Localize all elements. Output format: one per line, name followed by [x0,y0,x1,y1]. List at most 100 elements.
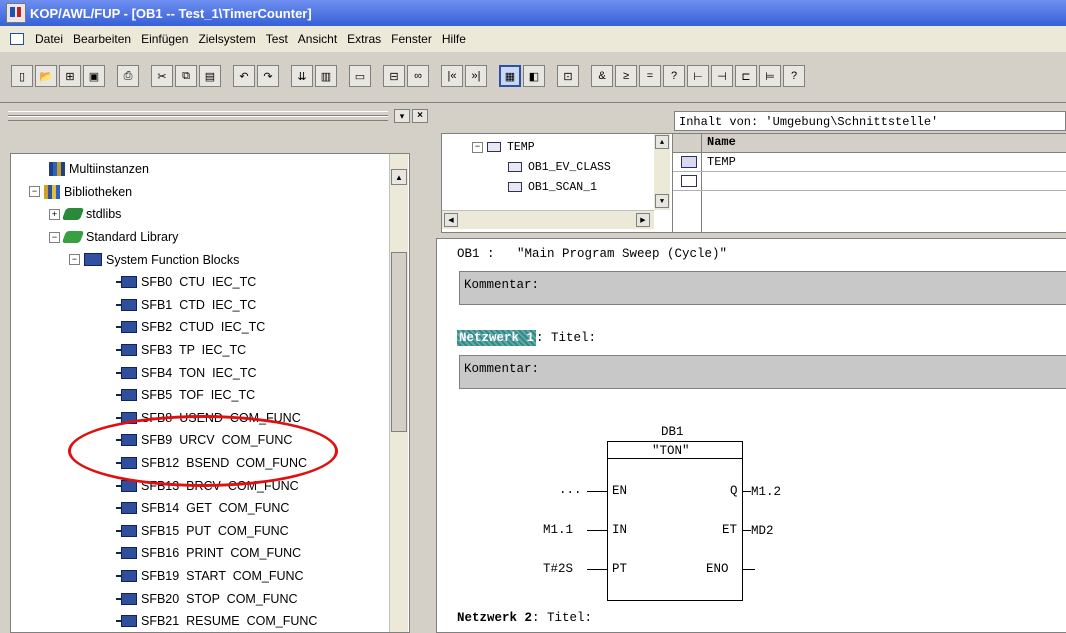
branch-open-icon[interactable]: ⊢ [687,65,709,87]
menu-zielsystem[interactable]: Zielsystem [193,32,260,46]
tree-item[interactable]: SFB3 TP IEC_TC [11,339,389,362]
sfb-icon [116,592,137,605]
help-icon[interactable]: ? [783,65,805,87]
menu-extras[interactable]: Extras [342,32,386,46]
tree-item[interactable]: − Standard Library [11,226,389,249]
fb-pin-en: EN [612,484,628,498]
code-editor[interactable]: OB1 : "Main Program Sweep (Cycle)" Komme… [436,238,1066,633]
menu-datei[interactable]: Datei [30,32,68,46]
open-icon[interactable]: 📂 [35,65,57,87]
operand-q[interactable]: M1.2 [751,485,781,499]
column-name-header[interactable]: Name [707,135,736,149]
contact-icon[interactable]: ⊣ [711,65,733,87]
menu-fenster[interactable]: Fenster [386,32,437,46]
collapse-icon[interactable]: − [69,254,80,266]
scroll-up-icon[interactable]: ▲ [391,169,407,185]
load-icon[interactable]: ⇊ [291,65,313,87]
fb-pin-eno: ENO [706,562,729,576]
branch-close-icon[interactable]: ⊨ [759,65,781,87]
tree-item[interactable]: SFB20 STOP COM_FUNC [11,587,389,610]
fb-pin-et: ET [722,523,738,537]
scroll-thumb[interactable] [391,252,407,432]
network-icon[interactable]: ⊟ [383,65,405,87]
menu-hilfe[interactable]: Hilfe [437,32,471,46]
table-row[interactable]: TEMP [673,153,1066,172]
operand-et[interactable]: MD2 [751,524,774,538]
menu-ansicht[interactable]: Ansicht [293,32,342,46]
panel-minimize-button[interactable]: ▾ [394,109,410,123]
tree-item[interactable]: SFB21 RESUME COM_FUNC [11,610,389,632]
table-row-empty[interactable] [673,172,1066,191]
operand-pt[interactable]: T#2S [543,562,573,576]
scroll-down-icon[interactable]: ▼ [655,194,669,208]
menu-bearbeiten[interactable]: Bearbeiten [68,32,136,46]
glasses-icon[interactable]: ∞ [407,65,429,87]
empty-box-icon[interactable]: ? [663,65,685,87]
tree-item-label: SFB16 PRINT COM_FUNC [141,546,302,561]
document-icon[interactable] [10,33,24,45]
collapse-icon[interactable]: − [49,231,60,243]
tree-item[interactable]: SFB0 CTU IEC_TC [11,271,389,294]
menu-test[interactable]: Test [261,32,293,46]
details-icon[interactable]: ◧ [523,65,545,87]
tree-item[interactable]: SFB4 TON IEC_TC [11,361,389,384]
scroll-left-icon[interactable]: ◀ [444,213,458,227]
or-box-icon[interactable]: ≥ [615,65,637,87]
tree-scrollbar[interactable]: ▲ [389,154,408,632]
interface-node-ev-class[interactable]: OB1_EV_CLASS [508,158,611,176]
new-icon[interactable]: ▯ [11,65,33,87]
book-icon [61,208,85,221]
book-icon [61,231,85,244]
collapse-icon[interactable]: − [29,186,40,198]
sfb-folder-icon [84,253,102,267]
save-icon[interactable]: ▣ [83,65,105,87]
scroll-up-icon[interactable]: ▲ [655,135,669,149]
next-icon[interactable]: »| [465,65,487,87]
operand-in[interactable]: M1.1 [543,523,573,537]
tree-item[interactable]: SFB15 PUT COM_FUNC [11,520,389,543]
network1-header[interactable]: Netzwerk 1: Titel: [457,330,596,346]
paste-icon[interactable]: ▤ [199,65,221,87]
interface-node-temp[interactable]: − TEMP [472,138,535,156]
sfb-icon [116,547,137,560]
and-box-icon[interactable]: & [591,65,613,87]
print-icon[interactable]: ⎙ [117,65,139,87]
tree-item[interactable]: − System Function Blocks [11,248,389,271]
interface-node-scan[interactable]: OB1_SCAN_1 [508,178,597,196]
undo-icon[interactable]: ↶ [233,65,255,87]
tree-item[interactable]: SFB16 PRINT COM_FUNC [11,542,389,565]
tree-item[interactable]: − Bibliotheken [11,181,389,204]
tree-item[interactable]: Multiinstanzen [11,158,389,181]
tree-item[interactable]: SFB19 START COM_FUNC [11,565,389,588]
program-elements-icon[interactable]: ▦ [499,65,521,87]
cut-icon[interactable]: ✂ [151,65,173,87]
hw-config-icon[interactable]: ⊡ [557,65,579,87]
ton-function-block[interactable]: "TON" EN IN PT Q ET ENO [607,441,743,601]
tree-item[interactable]: SFB2 CTUD IEC_TC [11,316,389,339]
accessible-nodes-icon[interactable]: ⊞ [59,65,81,87]
coil-icon[interactable]: ⊏ [735,65,757,87]
expand-icon[interactable]: + [49,208,60,220]
tree-item[interactable]: SFB5 TOF IEC_TC [11,384,389,407]
network1-comment-field[interactable]: Kommentar: [459,355,1066,389]
interface-tree-hscroll[interactable]: ◀ ▶ [442,210,654,229]
collapse-icon[interactable]: − [472,141,483,153]
interface-tree-vscroll[interactable]: ▲ ▼ [654,134,670,210]
network2-header[interactable]: Netzwerk 2: Titel: [457,611,592,625]
copy-icon[interactable]: ⧉ [175,65,197,87]
block-comment-field[interactable]: Kommentar: [459,271,1066,305]
prev-icon[interactable]: |« [441,65,463,87]
tree-item[interactable]: SFB14 GET COM_FUNC [11,497,389,520]
scroll-right-icon[interactable]: ▶ [636,213,650,227]
tree-item[interactable]: SFB1 CTD IEC_TC [11,294,389,317]
assign-box-icon[interactable]: = [639,65,661,87]
library-tree: Multiinstanzen − Bibliotheken + stdlibs − Stan… [10,153,410,633]
overview-icon[interactable]: ▭ [349,65,371,87]
panel-close-button[interactable]: × [412,109,428,123]
redo-icon[interactable]: ↷ [257,65,279,87]
tree-item[interactable]: + stdlibs [11,203,389,226]
fb-db-label[interactable]: DB1 [661,425,684,439]
menu-einfuegen[interactable]: Einfügen [136,32,193,46]
operand-en[interactable]: ... [559,483,582,497]
monitor-icon[interactable]: ▥ [315,65,337,87]
